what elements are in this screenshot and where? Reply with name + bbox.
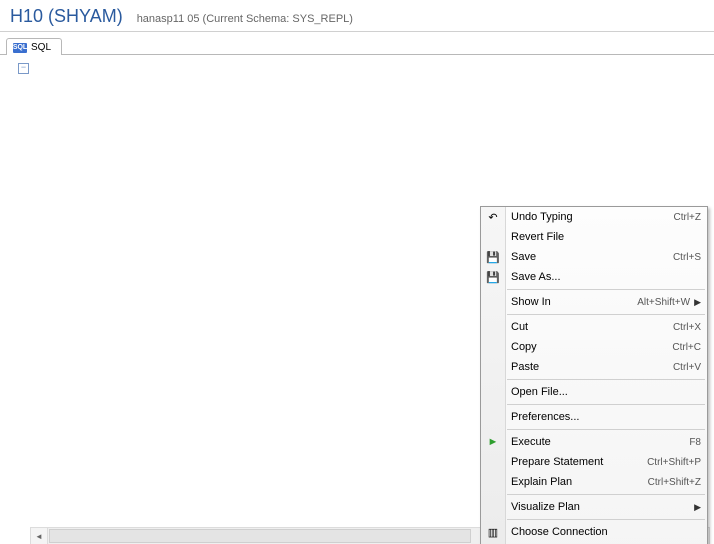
menu-item-show-in[interactable]: Show InAlt+Shift+W▶ [481,292,707,312]
menu-item-preferences[interactable]: Preferences... [481,407,707,427]
menu-item-label: Execute [511,436,689,448]
undo-icon: ↶ [485,209,501,225]
menu-separator [507,289,705,290]
menu-separator [507,429,705,430]
menu-item-label: Copy [511,341,672,353]
menu-item-shortcut: Ctrl+X [673,322,701,333]
save-as-icon: 💾 [485,269,501,285]
tab-sql[interactable]: SQL SQL [6,38,62,55]
menu-item-label: Revert File [511,231,701,243]
menu-item-shortcut: Ctrl+S [673,252,701,263]
menu-item-label: Show In [511,296,637,308]
sql-badge-icon: SQL [13,43,27,53]
menu-item-shortcut: Ctrl+Z [674,212,702,223]
scroll-thumb[interactable] [49,529,471,543]
save-icon: 💾 [485,249,501,265]
submenu-arrow-icon: ▶ [690,502,701,513]
menu-item-label: Visualize Plan [511,501,690,513]
menu-item-cut[interactable]: CutCtrl+X [481,317,707,337]
menu-item-label: Paste [511,361,673,373]
execute-icon: ► [485,434,501,450]
menu-item-shortcut: Alt+Shift+W [637,297,690,308]
menu-item-copy[interactable]: CopyCtrl+C [481,337,707,357]
header-bar: H10 (SHYAM) hanasp11 05 (Current Schema:… [0,0,714,32]
menu-item-label: Explain Plan [511,476,648,488]
menu-item-visualize-plan[interactable]: Visualize Plan▶ [481,497,707,517]
menu-separator [507,314,705,315]
editor-tab-bar: SQL SQL [0,32,714,55]
menu-item-label: Preferences... [511,411,701,423]
menu-item-label: Save As... [511,271,701,283]
menu-separator [507,519,705,520]
menu-item-label: Save [511,251,673,263]
menu-item-shortcut: Ctrl+C [672,342,701,353]
editor-area: − SELECT TOP 200 "CLIENT", "SALES_DOC", … [0,55,714,544]
tab-label: SQL [31,42,51,53]
menu-item-paste[interactable]: PasteCtrl+V [481,357,707,377]
menu-item-shortcut: Ctrl+Shift+Z [648,477,701,488]
page-title: H10 (SHYAM) [10,6,123,27]
menu-separator [507,404,705,405]
submenu-arrow-icon: ▶ [690,297,701,308]
fold-toggle-icon[interactable]: − [18,63,29,74]
choose-connection-icon: ▥ [485,524,501,540]
menu-item-explain-plan[interactable]: Explain PlanCtrl+Shift+Z [481,472,707,492]
editor-gutter: − [0,59,30,529]
schema-subtitle: hanasp11 05 (Current Schema: SYS_REPL) [137,13,353,25]
menu-item-label: Choose Connection [511,526,701,538]
menu-item-revert-file[interactable]: Revert File [481,227,707,247]
scroll-left-button[interactable]: ◄ [31,528,48,544]
menu-item-shortcut: Ctrl+V [673,362,701,373]
menu-separator [507,379,705,380]
menu-item-save[interactable]: 💾 SaveCtrl+S [481,247,707,267]
menu-item-save-as[interactable]: 💾 Save As... [481,267,707,287]
menu-item-undo-typing[interactable]: ↶ Undo TypingCtrl+Z [481,207,707,227]
context-menu: ↶Undo TypingCtrl+ZRevert File💾SaveCtrl+S… [480,206,708,544]
menu-separator [507,494,705,495]
menu-item-label: Undo Typing [511,211,674,223]
menu-item-shortcut: F8 [689,437,701,448]
menu-item-label: Cut [511,321,673,333]
menu-item-label: Prepare Statement [511,456,647,468]
menu-item-execute[interactable]: ► ExecuteF8 [481,432,707,452]
menu-item-label: Open File... [511,386,701,398]
menu-item-choose-connection[interactable]: ▥ Choose Connection [481,522,707,542]
menu-item-shortcut: Ctrl+Shift+P [647,457,701,468]
menu-item-open-file[interactable]: Open File... [481,382,707,402]
menu-item-prepare-statement[interactable]: Prepare StatementCtrl+Shift+P [481,452,707,472]
